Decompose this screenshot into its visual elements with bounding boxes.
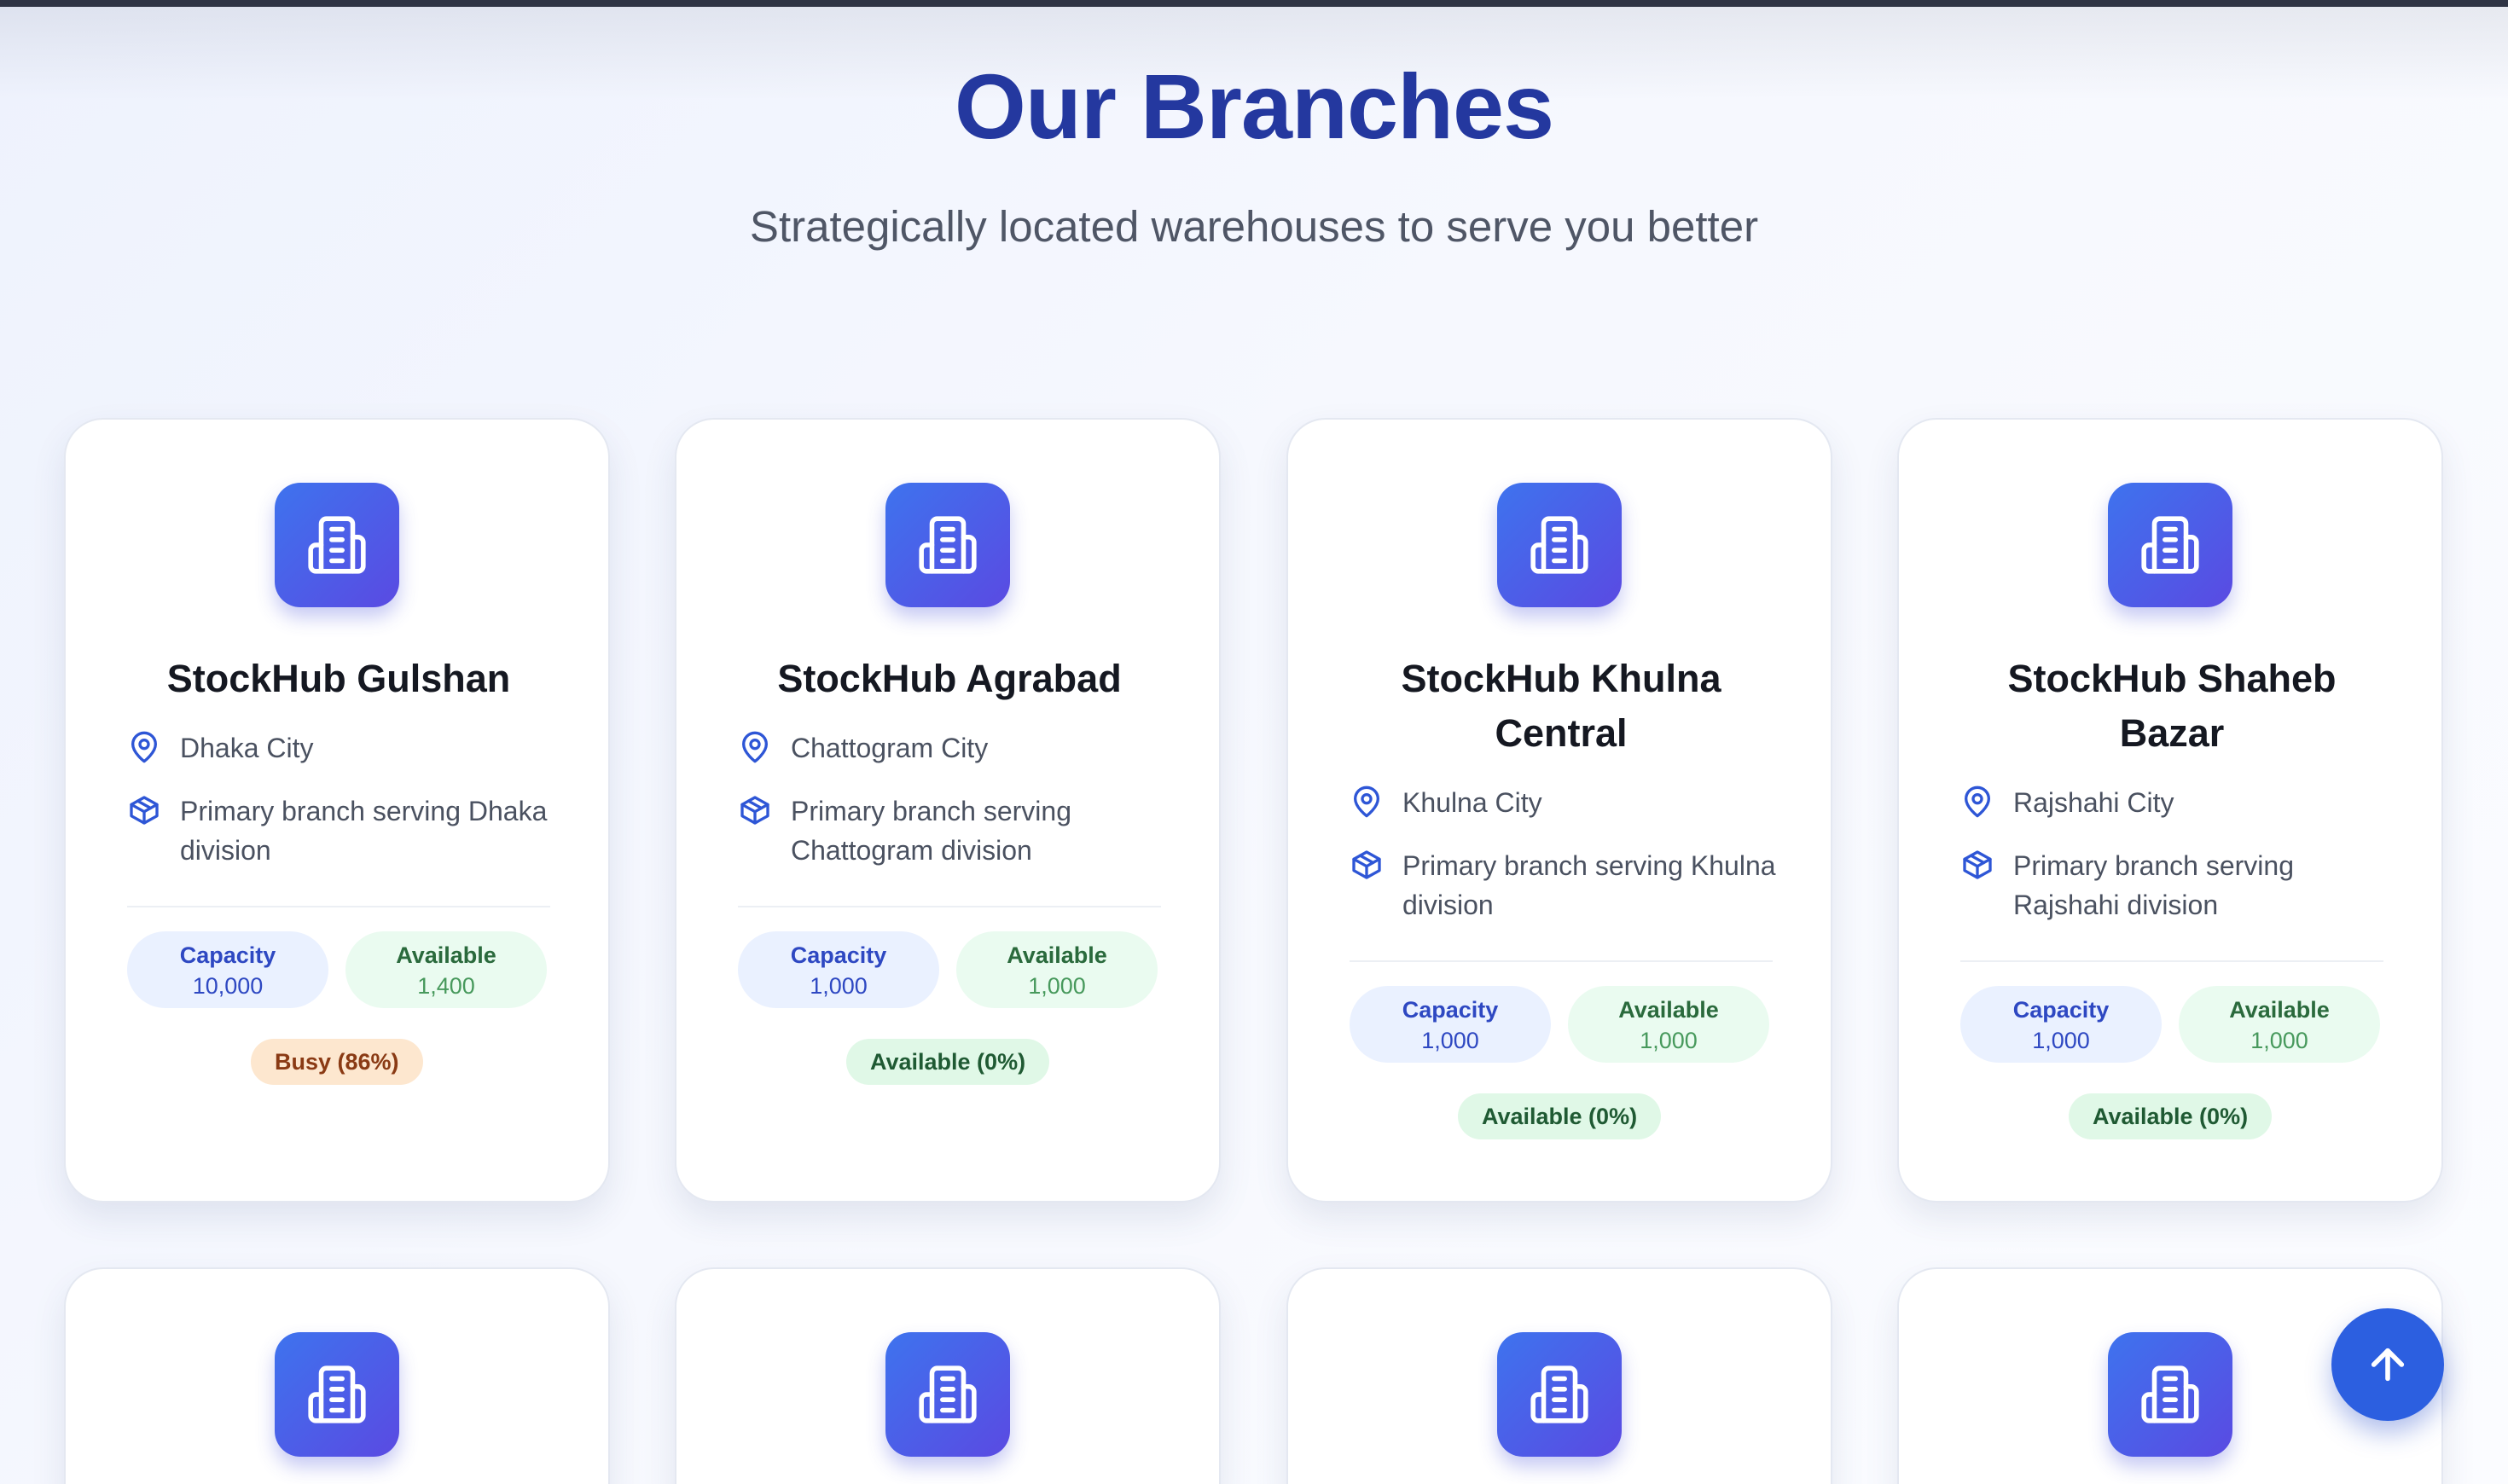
capacity-stat: Capacity 10,000 [127, 931, 328, 1008]
available-value: 1,400 [417, 973, 475, 999]
page-title: Our Branches [954, 55, 1554, 158]
capacity-value: 1,000 [2032, 1028, 2090, 1053]
branch-description: Primary branch serving Dhaka division [127, 791, 571, 870]
branch-card[interactable] [64, 1267, 610, 1484]
description-text: Primary branch serving Dhaka division [180, 796, 548, 866]
building-icon [1497, 483, 1622, 607]
branch-description: Primary branch serving Chattogram divisi… [738, 791, 1181, 870]
branch-card-shaheb-bazar[interactable]: StockHub Shaheb Bazar Rajshahi City Prim… [1897, 418, 2443, 1203]
location-text: Rajshahi City [2013, 787, 2174, 818]
branch-card[interactable] [1286, 1267, 1832, 1484]
divider [738, 906, 1161, 907]
map-pin-icon [1965, 785, 1990, 818]
capacity-stat: Capacity 1,000 [1960, 986, 2162, 1063]
capacity-stat: Capacity 1,000 [1350, 986, 1551, 1063]
branch-card-khulna-central[interactable]: StockHub Khulna Central Khulna City Prim… [1286, 418, 1832, 1203]
branch-location: Khulna City [1350, 783, 1793, 822]
available-stat: Available 1,000 [1568, 986, 1769, 1063]
branch-description: Primary branch serving Khulna division [1350, 846, 1793, 925]
map-pin-icon [1354, 785, 1379, 818]
status-badge: Available (0%) [846, 1039, 1050, 1085]
description-text: Primary branch serving Khulna division [1402, 850, 1776, 920]
available-stat: Available 1,400 [345, 931, 547, 1008]
capacity-value: 10,000 [192, 973, 264, 999]
capacity-stat: Capacity 1,000 [738, 931, 939, 1008]
package-icon [130, 796, 159, 825]
branch-card-gulshan[interactable]: StockHub Gulshan Dhaka City Primary bran… [64, 418, 610, 1203]
building-icon [885, 483, 1010, 607]
package-icon [1963, 850, 1992, 879]
description-text: Primary branch serving Rajshahi division [2013, 850, 2294, 920]
package-icon [1352, 850, 1381, 879]
available-value: 1,000 [1028, 973, 1086, 999]
building-icon [2108, 1332, 2232, 1457]
capacity-label: Capacity [790, 942, 887, 968]
building-icon [885, 1332, 1010, 1457]
package-icon [740, 796, 769, 825]
map-pin-icon [742, 731, 768, 763]
building-icon [1497, 1332, 1622, 1457]
top-bar [0, 0, 2508, 7]
capacity-label: Capacity [179, 942, 276, 968]
description-text: Primary branch serving Chattogram divisi… [791, 796, 1071, 866]
available-stat: Available 1,000 [2179, 986, 2380, 1063]
branch-card[interactable] [675, 1267, 1221, 1484]
capacity-value: 1,000 [1421, 1028, 1479, 1053]
status-badge: Busy (86%) [251, 1039, 423, 1085]
page-subtitle: Strategically located warehouses to serv… [749, 202, 1759, 251]
branch-location: Rajshahi City [1960, 783, 2404, 822]
available-label: Available [1007, 942, 1107, 968]
arrow-up-icon [2371, 1348, 2405, 1382]
branch-description: Primary branch serving Rajshahi division [1960, 846, 2404, 925]
building-icon [2108, 483, 2232, 607]
branch-name: StockHub Khulna Central [1401, 657, 1721, 755]
building-icon [275, 483, 399, 607]
branch-name: StockHub Gulshan [166, 657, 511, 700]
building-icon [275, 1332, 399, 1457]
available-stat: Available 1,000 [956, 931, 1158, 1008]
map-pin-icon [131, 731, 157, 763]
location-text: Khulna City [1402, 787, 1542, 818]
status-badge: Available (0%) [1458, 1093, 1662, 1139]
capacity-label: Capacity [2012, 997, 2110, 1023]
capacity-label: Capacity [1402, 997, 1499, 1023]
available-label: Available [2229, 997, 2330, 1023]
status-badge: Available (0%) [2069, 1093, 2273, 1139]
divider [1960, 960, 2383, 962]
divider [127, 906, 550, 907]
scroll-to-top-button[interactable] [2331, 1308, 2444, 1421]
available-label: Available [1618, 997, 1719, 1023]
available-value: 1,000 [2250, 1028, 2308, 1053]
capacity-value: 1,000 [810, 973, 868, 999]
branch-location: Dhaka City [127, 728, 571, 768]
location-text: Dhaka City [180, 733, 314, 763]
location-text: Chattogram City [791, 733, 989, 763]
available-value: 1,000 [1640, 1028, 1698, 1053]
divider [1350, 960, 1773, 962]
branch-card-agrabad[interactable]: StockHub Agrabad Chattogram City Primary… [675, 418, 1221, 1203]
branch-location: Chattogram City [738, 728, 1181, 768]
available-label: Available [396, 942, 496, 968]
branch-name: StockHub Agrabad [777, 657, 1122, 700]
branch-name: StockHub Shaheb Bazar [2007, 657, 2337, 755]
